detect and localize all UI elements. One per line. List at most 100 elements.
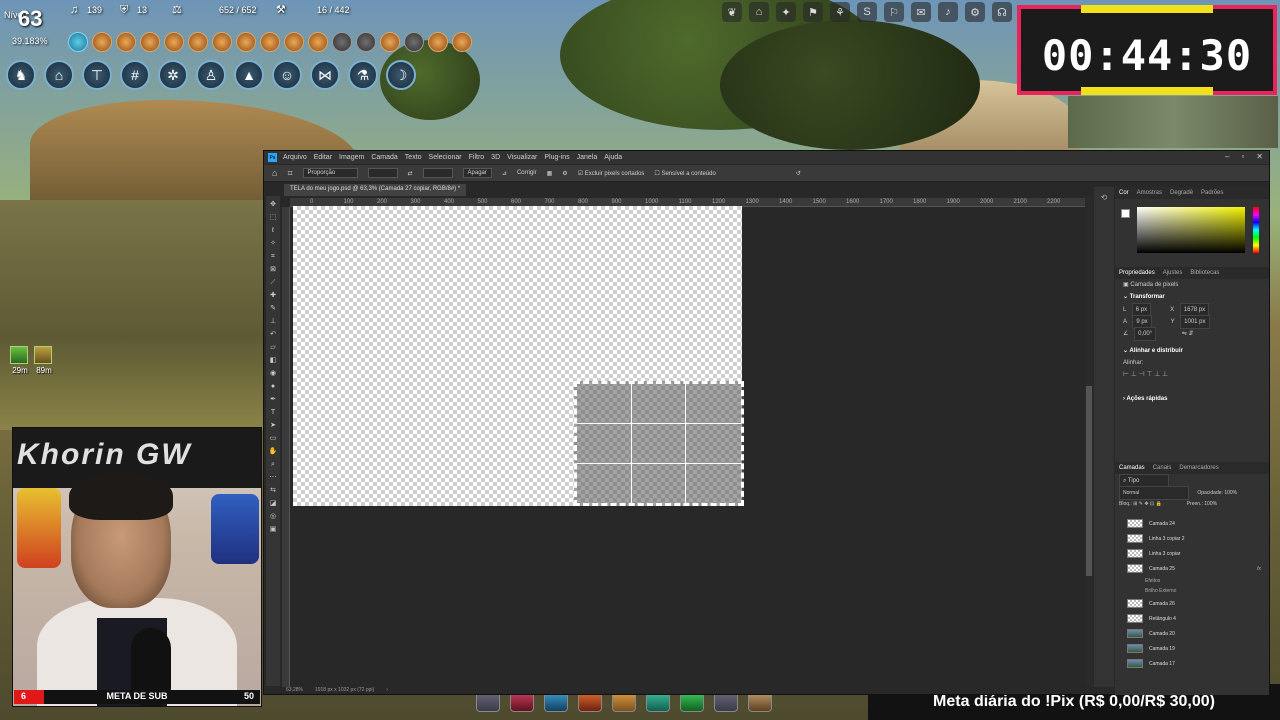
pen-tool-icon[interactable]: ✒	[268, 395, 278, 405]
skill-tree-icon[interactable]: ⚘	[830, 2, 850, 22]
paw-icon[interactable]: ✲	[158, 60, 188, 90]
opacity-field[interactable]: 100%	[1224, 490, 1237, 496]
swap-icon[interactable]: ⇄	[408, 170, 413, 177]
straighten-icon[interactable]: ⊿	[502, 170, 507, 177]
align-left-icon[interactable]: ⊢	[1123, 371, 1129, 378]
document-tab[interactable]: TELA do meu jogo.psd @ 63,3% (Camada 27 …	[284, 184, 467, 196]
fence-icon[interactable]: #	[120, 60, 150, 90]
healing-tool-icon[interactable]: ✚	[268, 291, 278, 301]
content-aware-checkbox[interactable]: ☐ Sensível a conteúdo	[654, 170, 715, 177]
magic-wand-tool-icon[interactable]: ✧	[268, 239, 278, 249]
buff-icon[interactable]	[92, 32, 112, 52]
delete-cropped-checkbox[interactable]: ☑ Excluir pixels cortados	[578, 170, 645, 177]
grid-overlay-icon[interactable]: ▦	[547, 170, 553, 177]
buff-icon[interactable]	[380, 32, 400, 52]
crop-selection[interactable]	[574, 381, 744, 506]
tent-icon[interactable]: ▲	[234, 60, 264, 90]
menu-camada[interactable]: Camada	[371, 154, 397, 161]
minimap[interactable]	[1068, 96, 1278, 148]
menu-editar[interactable]: Editar	[314, 154, 332, 161]
reset-icon[interactable]: ↺	[796, 170, 801, 177]
tab-cor[interactable]: Cor	[1119, 190, 1129, 196]
straighten-label[interactable]: Corrigir	[517, 170, 537, 176]
layer-item[interactable]: Camada 25 fx	[1115, 561, 1269, 576]
type-tool-icon[interactable]: T	[268, 408, 278, 418]
shop-icon[interactable]: ⌂	[749, 2, 769, 22]
vertical-scrollbar[interactable]	[1085, 196, 1093, 686]
chevron-right-icon[interactable]: ›	[386, 687, 388, 693]
document-canvas[interactable]	[293, 206, 744, 506]
chart-icon[interactable]: ⚑	[803, 2, 823, 22]
cat-head-icon[interactable]: ☽	[386, 60, 416, 90]
align-center-icon[interactable]: ⊥	[1131, 371, 1137, 378]
party-icon[interactable]: ☺	[272, 60, 302, 90]
buff-icon[interactable]	[68, 32, 88, 52]
horse-icon[interactable]: ♞	[6, 60, 36, 90]
menu-3d[interactable]: 3D	[491, 154, 500, 161]
buff-icon[interactable]	[332, 32, 352, 52]
lock-icon[interactable]: ⊞ ✎ ✥ ⊡ 🔒	[1133, 501, 1162, 507]
buff-icon[interactable]	[260, 32, 280, 52]
lasso-tool-icon[interactable]: ℓ	[268, 226, 278, 236]
brush-tool-icon[interactable]: ✎	[268, 304, 278, 314]
align-top-icon[interactable]: ⊤	[1146, 371, 1152, 378]
stand-icon[interactable]: ⊤	[82, 60, 112, 90]
layer-item[interactable]: Camada 24	[1115, 516, 1269, 531]
buff-icon[interactable]	[188, 32, 208, 52]
tab-demarcadores[interactable]: Demarcadores	[1179, 465, 1218, 471]
layer-item[interactable]: Camada 19	[1115, 641, 1269, 656]
swap-colors-icon[interactable]: ⇆	[268, 486, 278, 496]
blur-tool-icon[interactable]: ◉	[268, 369, 278, 379]
butterfly-icon[interactable]: ⋈	[310, 60, 340, 90]
buff-icon[interactable]	[236, 32, 256, 52]
tab-padroes[interactable]: Padrões	[1201, 190, 1223, 196]
align-bottom-icon[interactable]: ⊥	[1162, 371, 1168, 378]
dodge-tool-icon[interactable]: ●	[268, 382, 278, 392]
eraser-tool-icon[interactable]: ▱	[268, 343, 278, 353]
photoshop-logo-icon[interactable]: Ps	[268, 153, 277, 162]
ratio-width-field[interactable]	[367, 168, 398, 178]
bell-icon[interactable]: ♪	[938, 2, 958, 22]
eyedropper-tool-icon[interactable]: ⟋	[268, 278, 278, 288]
tab-canais[interactable]: Canais	[1153, 465, 1172, 471]
flip-horizontal-icon[interactable]: ⇋	[1182, 331, 1187, 337]
close-icon[interactable]: ✕	[1256, 152, 1263, 161]
move-tool-icon[interactable]: ✥	[268, 200, 278, 210]
color-picker-field[interactable]	[1137, 207, 1245, 253]
tab-degrade[interactable]: Degradê	[1170, 190, 1193, 196]
layer-item[interactable]: Camada 20	[1115, 626, 1269, 641]
menu-selecionar[interactable]: Selecionar	[429, 154, 462, 161]
tab-camadas[interactable]: Camadas	[1119, 465, 1145, 471]
layer-fx-icon[interactable]: fx	[1257, 566, 1261, 572]
menu-janela[interactable]: Janela	[577, 154, 598, 161]
layer-effect-item[interactable]: Efeitos	[1115, 576, 1269, 586]
menu-visualizar[interactable]: Visualizar	[507, 154, 537, 161]
menu-imagem[interactable]: Imagem	[339, 154, 364, 161]
align-header[interactable]: ⌄ Alinhar e distribuir	[1115, 345, 1269, 357]
home-icon[interactable]: ⌂	[44, 60, 74, 90]
crop-tool-icon[interactable]: ⌗	[268, 252, 278, 262]
zoom-level[interactable]: 63,28%	[286, 687, 303, 693]
minimize-icon[interactable]: –	[1225, 152, 1229, 161]
align-right-icon[interactable]: ⊣	[1139, 371, 1145, 378]
align-middle-icon[interactable]: ⊥	[1154, 371, 1160, 378]
buff-icon[interactable]	[284, 32, 304, 52]
menu-filtro[interactable]: Filtro	[469, 154, 485, 161]
buff-icon[interactable]	[164, 32, 184, 52]
ratio-height-field[interactable]	[422, 168, 453, 178]
buff-icon[interactable]	[308, 32, 328, 52]
foreground-color-swatch[interactable]	[1121, 209, 1130, 218]
layer-effect-item[interactable]: Brilho Externo	[1115, 586, 1269, 596]
screen-mode-icon[interactable]: ▣	[268, 525, 278, 535]
shape-tool-icon[interactable]: ▭	[268, 434, 278, 444]
quick-mask-icon[interactable]: ◎	[268, 512, 278, 522]
path-select-icon[interactable]: ➤	[268, 421, 278, 431]
tab-ajustes[interactable]: Ajustes	[1163, 270, 1183, 276]
history-icon[interactable]: ⟲	[1094, 193, 1114, 202]
compass-icon[interactable]: ✦	[776, 2, 796, 22]
gift-icon[interactable]: ✉	[911, 2, 931, 22]
buff-icon[interactable]	[212, 32, 232, 52]
silver-icon[interactable]: S	[857, 2, 877, 22]
quick-actions-header[interactable]: › Ações rápidas	[1115, 393, 1269, 405]
hand-tool-icon[interactable]: ✋	[268, 447, 278, 457]
